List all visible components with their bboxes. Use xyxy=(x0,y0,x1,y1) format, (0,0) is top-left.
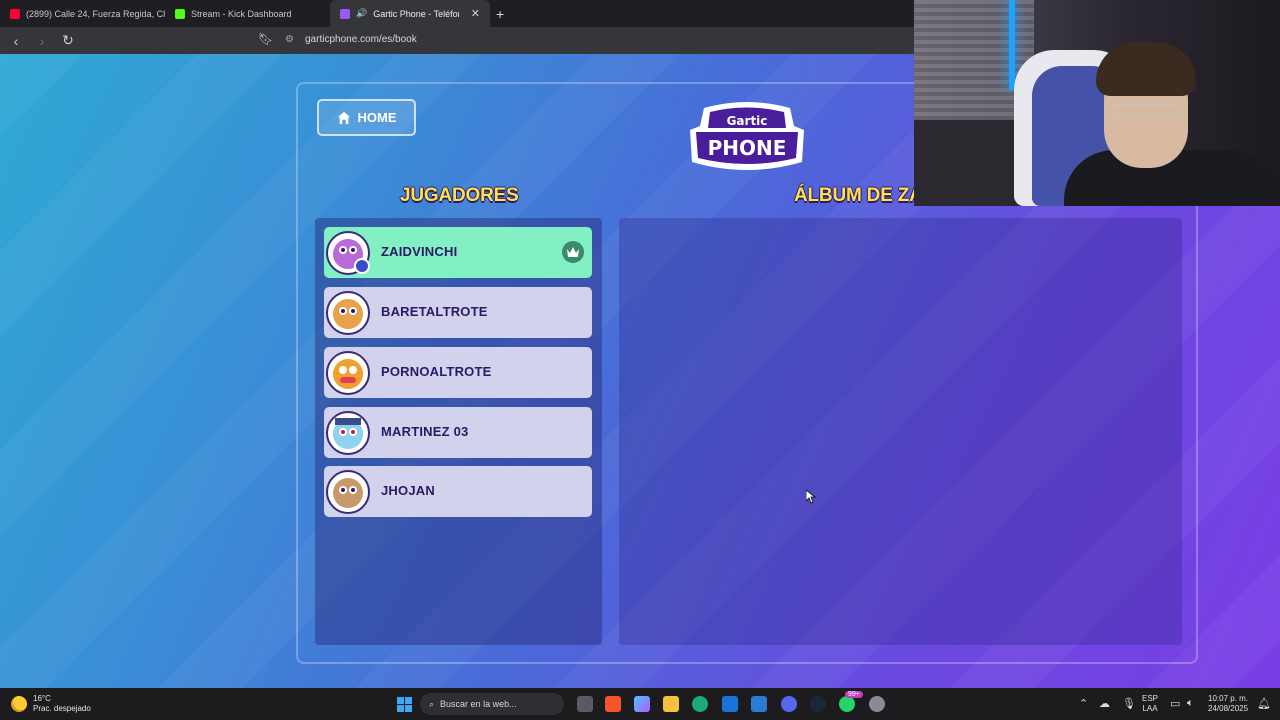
player-avatar-icon xyxy=(326,351,370,395)
notification-bell-icon[interactable]: 🔔︎ xyxy=(1257,697,1271,710)
reload-icon[interactable]: ↻ xyxy=(58,31,78,51)
weather-sun-icon xyxy=(11,696,27,712)
windows-taskbar: 16°C Prac. despejado ⌕ Buscar en la web.… xyxy=(0,688,1280,720)
chevron-up-icon[interactable]: ⌃ xyxy=(1079,697,1088,710)
gartic-favicon-icon xyxy=(340,8,350,19)
player-row[interactable]: PORNOALTROTE xyxy=(324,347,592,398)
gartic-phone-logo: Gartic PHONE xyxy=(690,102,804,170)
language-indicator[interactable]: ESP LAA xyxy=(1142,694,1158,714)
speaker-icon: 🔊 xyxy=(356,8,368,18)
youtube-favicon-icon xyxy=(10,8,20,19)
store-icon[interactable] xyxy=(751,696,767,712)
webcam-overlay xyxy=(914,0,1280,206)
mouse-cursor-icon xyxy=(806,490,816,504)
forward-arrow-icon[interactable]: › xyxy=(32,31,52,51)
taskbar-search-box[interactable]: ⌕ Buscar en la web... xyxy=(420,693,564,715)
url-field[interactable]: garticphone.com/es/book xyxy=(305,34,417,45)
home-icon xyxy=(337,111,350,124)
webcam-person-glasses xyxy=(1110,104,1180,118)
kick-favicon-icon xyxy=(175,8,185,19)
edge-browser-icon[interactable] xyxy=(692,696,708,712)
player-avatar-icon xyxy=(326,231,370,275)
tab-gartic-phone[interactable]: 🔊 Gartic Phone - Teléfono Desc ✕ xyxy=(330,0,490,27)
windows-start-icon[interactable] xyxy=(397,697,412,712)
tab-title: (2899) Calle 24, Fuerza Regida, Chino xyxy=(26,8,165,19)
close-tab-icon[interactable]: ✕ xyxy=(471,7,480,20)
new-tab-button[interactable]: + xyxy=(496,6,504,22)
home-button[interactable]: HOME xyxy=(317,99,416,136)
player-avatar-icon xyxy=(326,470,370,514)
onedrive-cloud-icon[interactable]: ☁ xyxy=(1099,697,1110,710)
home-label: HOME xyxy=(357,110,397,125)
weather-desc: Prac. despejado xyxy=(33,704,91,713)
tab-kick-dashboard[interactable]: Stream - Kick Dashboard xyxy=(165,0,330,27)
app-icon[interactable] xyxy=(869,696,885,712)
whatsapp-icon[interactable] xyxy=(839,696,855,712)
search-placeholder: Buscar en la web... xyxy=(440,699,517,709)
player-name: JHOJAN xyxy=(381,483,435,498)
svg-text:PHONE: PHONE xyxy=(708,136,787,160)
steam-icon[interactable] xyxy=(810,696,826,712)
player-row[interactable]: JHOJAN xyxy=(324,466,592,517)
copilot-icon[interactable] xyxy=(634,696,650,712)
notification-badge: 99+ xyxy=(845,691,863,698)
tab-title: Gartic Phone - Teléfono Desc xyxy=(373,8,459,19)
player-avatar-icon xyxy=(326,411,370,455)
players-panel: ZAIDVINCHI BARETALTROTE PORNOALTROTE MAR… xyxy=(315,218,602,645)
player-name: ZAIDVINCHI xyxy=(381,244,458,259)
player-row[interactable]: BARETALTROTE xyxy=(324,287,592,338)
player-name: PORNOALTROTE xyxy=(381,364,492,379)
outlook-icon[interactable] xyxy=(722,696,738,712)
clock[interactable]: 10:07 p. m. 24/08/2025 xyxy=(1208,694,1248,714)
svg-text:Gartic: Gartic xyxy=(727,114,768,128)
crown-icon xyxy=(562,241,584,263)
player-avatar-icon xyxy=(326,291,370,335)
bookmark-icon[interactable]: 🔖︎ xyxy=(258,32,273,46)
player-name: BARETALTROTE xyxy=(381,304,488,319)
microphone-icon[interactable]: 🎙︎ xyxy=(1122,697,1136,710)
tab-youtube[interactable]: (2899) Calle 24, Fuerza Regida, Chino xyxy=(0,0,165,27)
players-heading: JUGADORES xyxy=(400,185,519,206)
back-arrow-icon[interactable]: ‹ xyxy=(6,31,26,51)
tab-title: Stream - Kick Dashboard xyxy=(191,8,292,19)
file-explorer-icon[interactable] xyxy=(663,696,679,712)
search-icon: ⌕ xyxy=(429,698,435,709)
brave-browser-icon[interactable] xyxy=(605,696,621,712)
webcam-person-hair xyxy=(1096,42,1196,96)
network-icon[interactable]: ▭ xyxy=(1170,697,1180,710)
volume-icon[interactable]: 🔈︎ xyxy=(1187,697,1194,710)
player-name: MARTINEZ 03 xyxy=(381,424,469,439)
weather-temp: 16°C xyxy=(33,694,51,703)
player-row-host[interactable]: ZAIDVINCHI xyxy=(324,227,592,278)
webcam-neon-light xyxy=(1009,0,1015,90)
player-row[interactable]: MARTINEZ 03 xyxy=(324,407,592,458)
album-heading: ÁLBUM DE ZA xyxy=(794,185,923,206)
weather-widget[interactable]: 16°C Prac. despejado xyxy=(11,694,91,714)
task-view-icon[interactable] xyxy=(577,696,593,712)
album-panel xyxy=(619,218,1182,645)
discord-icon[interactable] xyxy=(781,696,797,712)
site-settings-icon[interactable]: ⚙ xyxy=(285,34,294,45)
